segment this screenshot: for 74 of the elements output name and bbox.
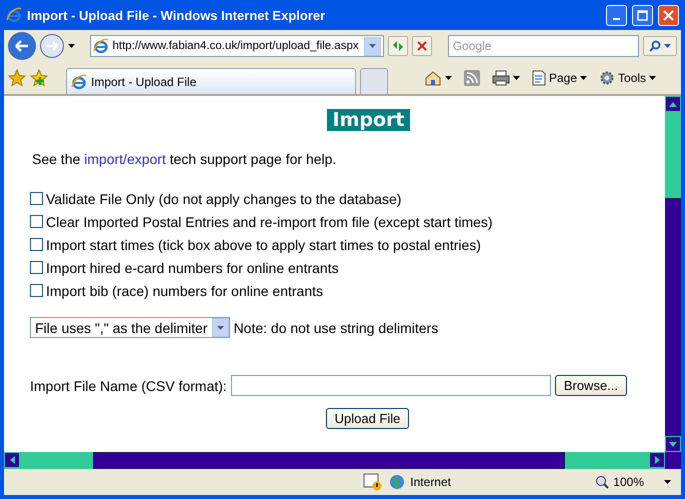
window-title: Import - Upload File - Windows Internet Explorer — [27, 8, 326, 22]
globe-icon — [389, 474, 406, 490]
ie-logo-icon — [6, 7, 22, 23]
checkbox[interactable] — [30, 215, 43, 228]
caret-icon[interactable] — [513, 76, 520, 80]
menu-label: Page — [549, 71, 578, 85]
caret-icon[interactable] — [445, 76, 452, 80]
ie-logo-icon — [93, 38, 110, 54]
file-name-label: Import File Name (CSV format): — [30, 378, 227, 394]
checkbox[interactable] — [30, 192, 43, 205]
vertical-scrollbar[interactable] — [665, 96, 681, 452]
search-icon — [649, 40, 661, 52]
checkbox[interactable] — [30, 261, 43, 274]
menu-label: Tools — [618, 71, 646, 85]
forward-button[interactable] — [40, 34, 64, 58]
option-label: Import start times (tick box above to apply start times to postal entries) — [46, 236, 481, 252]
scroll-left-icon — [10, 456, 14, 464]
maximize-button[interactable] — [632, 4, 653, 26]
address-bar[interactable]: http://www.fabian4.co.uk/import/upload_file.aspx — [90, 35, 384, 57]
scroll-up-icon — [669, 102, 677, 106]
checkbox[interactable] — [30, 284, 43, 297]
ie-logo-icon — [71, 74, 87, 90]
browser-tab[interactable]: Import - Upload File — [66, 68, 356, 94]
blocked-page-icon — [363, 473, 384, 491]
file-name-field[interactable] — [230, 375, 551, 396]
import-export-link[interactable]: import/export — [84, 151, 166, 167]
caret-icon[interactable] — [68, 44, 75, 48]
gear-icon — [599, 70, 616, 86]
feed-icon[interactable] — [464, 70, 480, 86]
delimiter-select[interactable]: File uses "," as the delimiter — [30, 317, 230, 338]
caret-icon — [664, 44, 671, 48]
minimize-button[interactable] — [606, 4, 627, 26]
back-arrow-icon — [14, 40, 29, 52]
scroll-down-icon — [669, 442, 677, 446]
zone-status: Internet — [410, 475, 451, 489]
close-button[interactable] — [658, 4, 679, 26]
url-text: http://www.fabian4.co.uk/import/upload_file.aspx — [112, 40, 360, 52]
page-heading: Import — [326, 109, 410, 131]
maximize-icon — [637, 10, 648, 20]
option-label: Import hired e-card numbers for online entrants — [46, 260, 339, 276]
search-button[interactable] — [643, 36, 677, 56]
refresh-button[interactable] — [388, 36, 408, 56]
browse-button[interactable]: Browse... — [554, 375, 628, 396]
search-field[interactable]: Google — [448, 35, 639, 57]
caret-icon — [580, 76, 588, 80]
page-icon — [532, 70, 546, 86]
zoom-icon — [595, 475, 610, 489]
home-icon[interactable] — [424, 70, 442, 86]
star-icon[interactable] — [8, 69, 26, 87]
command-menu[interactable]: Tools — [599, 70, 656, 86]
close-icon — [663, 10, 674, 20]
printer-icon[interactable] — [492, 70, 510, 86]
command-menu[interactable]: Page — [532, 70, 588, 86]
add-favorite-icon[interactable] — [30, 69, 48, 87]
option-label: Validate File Only (do not apply changes to the database) — [46, 190, 402, 206]
horizontal-scrollbar[interactable] — [4, 452, 665, 469]
dropdown-button[interactable] — [364, 36, 381, 56]
forward-arrow-icon — [46, 41, 58, 51]
zoom-level[interactable]: 100% — [595, 475, 671, 489]
caret-icon — [216, 326, 224, 330]
stop-button[interactable] — [412, 36, 432, 56]
minimize-icon — [613, 18, 620, 20]
caret-icon — [649, 76, 656, 80]
delimiter-note: Note: do not use string delimiters — [234, 320, 438, 336]
caret-icon — [368, 44, 376, 48]
help-text: See the import/export tech support page for help. — [32, 151, 338, 167]
caret-icon — [664, 480, 671, 484]
stop-icon — [416, 40, 428, 52]
option-label: Import bib (race) numbers for online entrants — [46, 282, 324, 298]
checkbox[interactable] — [30, 238, 43, 251]
back-button[interactable] — [8, 32, 36, 60]
upload-button[interactable]: Upload File — [326, 408, 410, 429]
option-label: Clear Imported Postal Entries and re-import from file (except start times) — [46, 214, 493, 230]
scroll-right-icon — [654, 456, 660, 464]
